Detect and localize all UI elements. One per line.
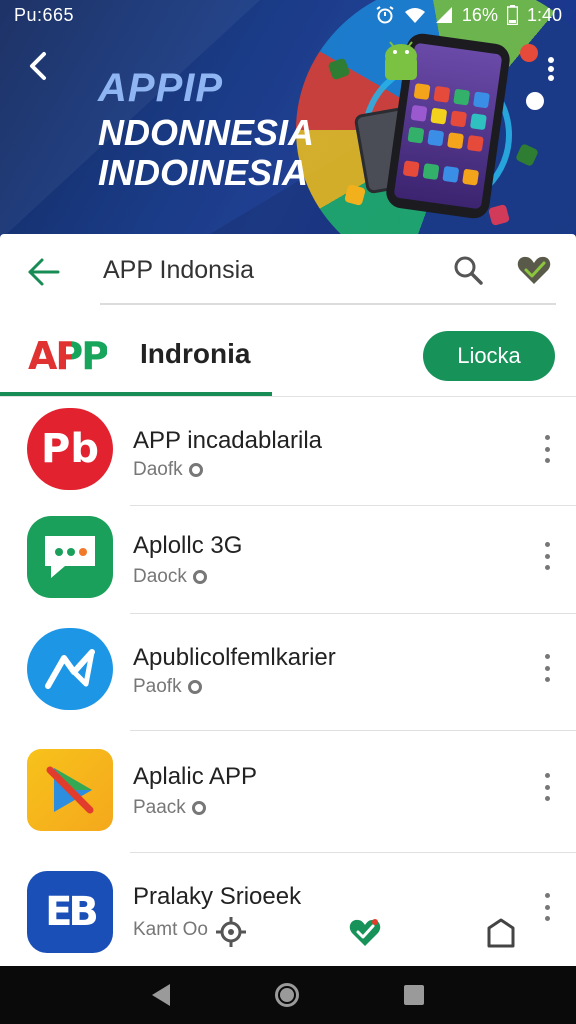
arrow-back-icon[interactable]	[26, 256, 62, 288]
list-item[interactable]: Pb APP incadablarila Daofk	[0, 397, 576, 507]
search-bar: APP Indonsia	[0, 236, 576, 306]
app-subtitle-text: Daock	[133, 566, 187, 587]
status-dot-icon	[188, 463, 203, 477]
lightning-chat-icon	[45, 649, 95, 689]
app-subtitle: Paack	[133, 797, 206, 819]
search-underline	[100, 303, 556, 305]
app-subtitle-text: Paofk	[133, 676, 182, 697]
chat-bubble-icon	[45, 536, 95, 578]
app-subtitle: Daofk	[133, 459, 203, 481]
battery-icon	[506, 5, 518, 25]
recents-icon[interactable]	[403, 985, 424, 1005]
app-title: Pralaky Srioeek	[133, 883, 302, 910]
app-subtitle: Daock	[133, 566, 207, 588]
more-vert-icon[interactable]	[540, 773, 554, 801]
list-item[interactable]: Apublicolfemlkarier Paofk	[0, 614, 576, 724]
status-left-text: Pu:665	[14, 4, 75, 25]
play-app-icon	[27, 749, 113, 831]
app-title: APP incadablarila	[133, 427, 323, 454]
heart-icon[interactable]	[516, 254, 552, 286]
status-dot-icon	[187, 680, 202, 694]
app-subtitle: Kamt Oo	[133, 919, 208, 941]
floating-app-icon	[520, 44, 538, 62]
app-title: Aplalic APP	[133, 763, 258, 790]
home-icon[interactable]	[274, 983, 299, 1007]
pb-app-icon: Pb	[27, 408, 113, 490]
promo-banner: APPIP NDONNESIA INDOINESIA	[0, 0, 576, 240]
app-subtitle: Paofk	[133, 676, 202, 698]
status-dot-icon	[192, 570, 207, 584]
eb-app-icon: EB	[27, 871, 113, 953]
app-subtitle-text: Daofk	[133, 459, 183, 480]
list-item[interactable]: Aplollc 3G Daock	[0, 506, 576, 616]
banner-title-line2: NDONNESIA	[98, 112, 315, 153]
primary-action-button[interactable]: Liocka	[423, 331, 555, 381]
app-subtitle-text: Paack	[133, 797, 186, 818]
alarm-icon	[376, 6, 394, 24]
status-bar: Pu:665 16% 1:40	[0, 0, 576, 30]
app-title: Aplollc 3G	[133, 532, 243, 559]
chat-app-icon	[27, 516, 113, 598]
play-triangle-icon	[46, 766, 94, 814]
eb-app-icon-text: EB	[45, 889, 99, 935]
pb-app-icon-text: Pb	[41, 426, 99, 472]
messenger-app-icon	[27, 628, 113, 710]
status-dot-icon	[191, 801, 206, 815]
search-icon[interactable]	[452, 254, 484, 286]
search-input[interactable]: APP Indonsia	[103, 256, 254, 285]
android-mascot-icon	[385, 41, 417, 80]
back-button[interactable]	[18, 46, 58, 86]
banner-title-line1: APPIP	[98, 66, 224, 110]
signal-icon	[435, 7, 452, 23]
header-title: Indronia	[140, 338, 251, 369]
system-navigation-bar	[0, 966, 576, 1024]
more-vert-icon[interactable]	[544, 56, 558, 82]
banner-title-line3: INDOINESIA	[98, 152, 309, 193]
more-vert-icon[interactable]	[540, 542, 554, 570]
chevron-left-icon	[30, 52, 46, 80]
heart-check-icon[interactable]	[348, 915, 382, 949]
battery-percent: 16%	[461, 4, 498, 25]
more-vert-icon[interactable]	[540, 435, 554, 463]
settings-icon[interactable]	[214, 915, 248, 949]
app-title: Apublicolfemlkarier	[133, 644, 336, 671]
app-logo-text: APP	[28, 334, 109, 378]
app-logo: APP	[28, 334, 109, 378]
bag-icon[interactable]	[484, 916, 518, 950]
list-item[interactable]: Aplalic APP Paack	[0, 731, 576, 841]
wifi-icon	[404, 8, 425, 23]
floating-app-icon	[526, 92, 544, 110]
more-vert-icon[interactable]	[540, 654, 554, 682]
app-subtitle-text: Kamt Oo	[133, 919, 208, 940]
back-icon[interactable]	[152, 984, 171, 1006]
more-vert-icon[interactable]	[540, 893, 554, 921]
clock: 1:40	[526, 4, 562, 25]
